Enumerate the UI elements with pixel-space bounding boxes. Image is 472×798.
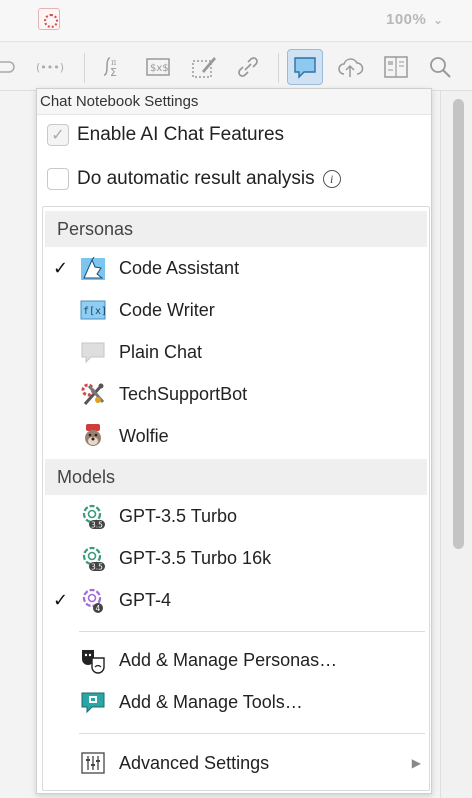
- cloud-upload-icon[interactable]: [332, 49, 368, 85]
- scrollbar[interactable]: [440, 91, 472, 798]
- theater-masks-icon: [79, 646, 107, 674]
- persona-label: Code Writer: [119, 299, 215, 320]
- toolbar-separator: [278, 53, 279, 83]
- advanced-settings-item[interactable]: Advanced Settings ▶: [43, 742, 429, 784]
- chat-notebook-settings-menu: Chat Notebook Settings ✓ Enable AI Chat …: [36, 88, 432, 794]
- scrollbar-thumb[interactable]: [453, 99, 464, 549]
- enable-ai-chat-option[interactable]: ✓ Enable AI Chat Features: [47, 121, 284, 149]
- svg-text:Σ: Σ: [110, 66, 117, 79]
- auto-analysis-label: Do automatic result analysis: [77, 168, 315, 189]
- personas-header: Personas: [45, 211, 427, 247]
- model-label: GPT-4: [119, 589, 172, 610]
- inline-cell-icon[interactable]: (•••): [34, 49, 74, 85]
- template-icon[interactable]: [186, 49, 222, 85]
- chat-icon[interactable]: [287, 49, 323, 85]
- model-label: GPT-3.5 Turbo: [119, 505, 238, 526]
- model-badge: 3.5: [91, 563, 103, 572]
- persona-wolfie[interactable]: Wolfie: [43, 415, 429, 457]
- manage-tools-label: Add & Manage Tools…: [119, 691, 303, 712]
- link-icon[interactable]: [230, 49, 266, 85]
- plain-chat-icon: [79, 338, 107, 366]
- code-assistant-icon: [79, 254, 107, 282]
- zoom-label: 100%: [386, 11, 427, 28]
- options-submenu: Personas ✓ Code Assistant f[x] Code Writ…: [42, 206, 430, 791]
- enable-ai-checkbox[interactable]: ✓: [47, 124, 69, 146]
- selected-check-icon: ✓: [53, 257, 69, 278]
- submenu-arrow-icon: ▶: [411, 756, 421, 770]
- selected-check-icon: ✓: [53, 589, 69, 610]
- openai-model-icon: 4: [79, 586, 107, 614]
- menu-divider: [79, 733, 425, 734]
- enable-ai-label: Enable AI Chat Features: [77, 124, 285, 145]
- code-icon[interactable]: $x$: [140, 49, 176, 85]
- model-gpt-3-5-turbo[interactable]: 3.5 GPT-3.5 Turbo: [43, 495, 429, 537]
- add-manage-personas-item[interactable]: Add & Manage Personas…: [43, 639, 429, 681]
- sliders-icon: [79, 749, 107, 777]
- menu-title: Chat Notebook Settings: [37, 89, 431, 115]
- toolbar-separator: [84, 53, 85, 83]
- persona-label: Plain Chat: [119, 341, 203, 362]
- cell-style-icon[interactable]: [0, 49, 22, 85]
- notebook-icon[interactable]: [378, 49, 414, 85]
- persona-code-assistant[interactable]: ✓ Code Assistant: [43, 247, 429, 289]
- window-top-bar: 100% ⌄: [0, 0, 472, 42]
- models-header: Models: [45, 459, 427, 495]
- model-label: GPT-3.5 Turbo 16k: [119, 547, 272, 568]
- code-writer-icon: f[x]: [79, 296, 107, 324]
- persona-techsupportbot[interactable]: TechSupportBot: [43, 373, 429, 415]
- info-icon[interactable]: i: [322, 170, 341, 188]
- tech-support-icon: [79, 380, 107, 408]
- auto-analysis-checkbox[interactable]: [47, 168, 69, 190]
- wolfie-icon: [79, 422, 107, 450]
- openai-model-icon: 3.5: [79, 544, 107, 572]
- svg-text:$x$: $x$: [150, 63, 169, 74]
- openai-model-icon: 3.5: [79, 502, 107, 530]
- model-gpt-3-5-turbo-16k[interactable]: 3.5 GPT-3.5 Turbo 16k: [43, 537, 429, 579]
- persona-plain-chat[interactable]: Plain Chat: [43, 331, 429, 373]
- persona-code-writer[interactable]: f[x] Code Writer: [43, 289, 429, 331]
- formula-icon[interactable]: πΣ: [94, 49, 130, 85]
- svg-text:f[x]: f[x]: [83, 306, 107, 317]
- model-badge: 3.5: [91, 521, 103, 530]
- auto-analysis-option[interactable]: Do automatic result analysis i: [47, 165, 341, 193]
- model-badge: 4: [96, 604, 101, 613]
- zoom-selector[interactable]: 100% ⌄: [386, 11, 444, 28]
- chevron-down-icon: ⌄: [433, 13, 444, 27]
- app-icon: [38, 8, 60, 30]
- persona-label: TechSupportBot: [119, 383, 248, 404]
- advanced-settings-label: Advanced Settings: [119, 752, 270, 773]
- persona-label: Code Assistant: [119, 257, 240, 278]
- check-icon: ✓: [51, 127, 65, 144]
- svg-text:(•••): (•••): [36, 61, 64, 74]
- menu-divider: [79, 631, 425, 632]
- add-manage-tools-item[interactable]: Add & Manage Tools…: [43, 681, 429, 723]
- persona-label: Wolfie: [119, 425, 169, 446]
- tools-icon: [79, 688, 107, 716]
- model-gpt-4[interactable]: ✓ 4 GPT-4: [43, 579, 429, 621]
- toolbar: (•••) πΣ $x$: [0, 43, 472, 91]
- search-icon[interactable]: [422, 49, 458, 85]
- manage-personas-label: Add & Manage Personas…: [119, 649, 338, 670]
